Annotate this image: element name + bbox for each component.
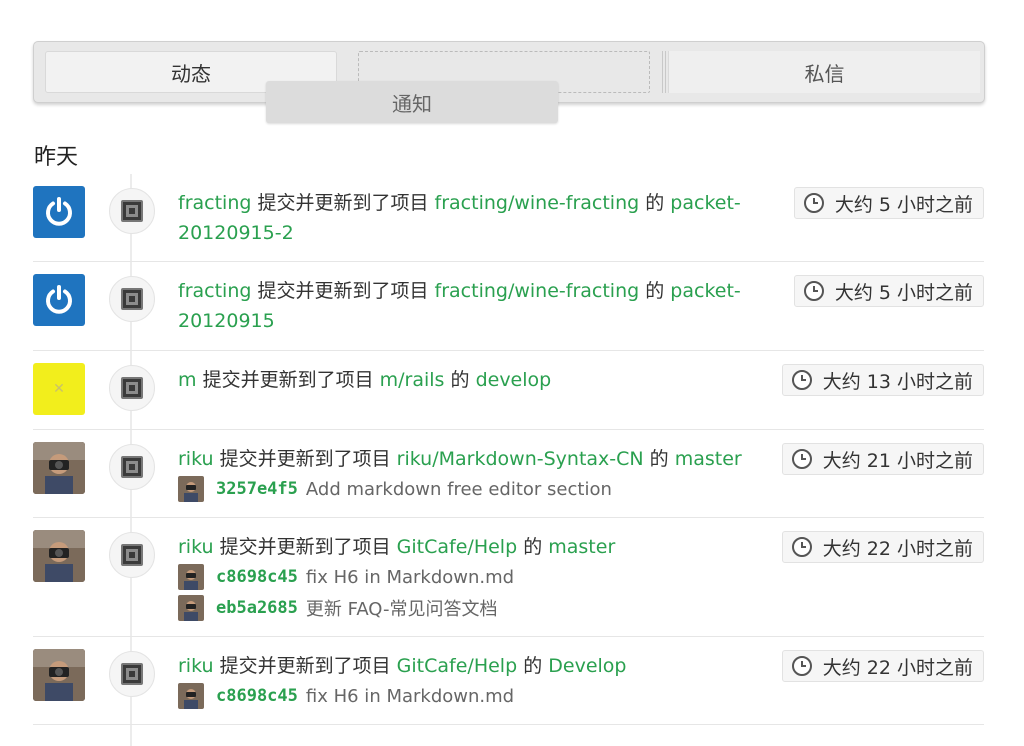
commit-hash-link[interactable]: eb5a2685 [216, 598, 298, 618]
push-event-icon [109, 276, 155, 322]
commit-entry: eb5a2685 更新 FAQ-常见问答文档 [178, 593, 497, 623]
avatar[interactable]: ✕ [33, 363, 85, 415]
clock-icon [803, 281, 824, 301]
day-heading: 昨天 [34, 145, 79, 170]
committer-avatar[interactable] [178, 476, 204, 502]
event-description: fracting 提交并更新到了项目 fracting/wine-fractin… [178, 188, 768, 248]
time-text: 大约 13 小时之前 [822, 370, 973, 393]
power-icon [46, 285, 72, 314]
clock-icon [791, 449, 812, 469]
user-photo-icon [33, 442, 85, 494]
committer-avatar[interactable] [178, 595, 204, 621]
commit-hash-link[interactable]: c8698c45 [216, 567, 298, 587]
broken-image-icon: ✕ [53, 381, 65, 397]
avatar[interactable] [33, 530, 85, 582]
push-event-icon [109, 188, 155, 234]
user-photo-icon [33, 530, 85, 582]
feed-item: riku 提交并更新到了项目 GitCafe/Help 的 master c86… [33, 518, 984, 637]
event-description: riku 提交并更新到了项目 riku/Markdown-Syntax-CN 的… [178, 444, 768, 474]
event-description: m 提交并更新到了项目 m/rails 的 develop [178, 365, 768, 395]
push-event-icon [109, 444, 155, 490]
push-event-icon [109, 532, 155, 578]
commit-entry: 3257e4f5 Add markdown free editor sectio… [178, 474, 612, 504]
time-badge: 大约 5 小时之前 [793, 187, 984, 219]
event-description: riku 提交并更新到了项目 GitCafe/Help 的 Develop [178, 651, 768, 681]
action-text: 提交并更新到了项目 [219, 655, 391, 677]
push-event-icon [109, 651, 155, 697]
user-link[interactable]: riku [178, 448, 214, 470]
connector-text: 的 [645, 280, 665, 302]
connector-text: 的 [450, 369, 470, 391]
action-text: 提交并更新到了项目 [202, 369, 374, 391]
commit-entry: c8698c45 fix H6 in Markdown.md [178, 562, 514, 592]
feed-item: ✕ m 提交并更新到了项目 m/rails 的 develop 大约 13 小时… [33, 351, 984, 430]
user-link[interactable]: fracting [178, 280, 251, 302]
push-event-icon [109, 365, 155, 411]
clock-icon [791, 656, 812, 676]
avatar[interactable] [33, 274, 85, 326]
time-badge: 大约 22 小时之前 [781, 531, 984, 563]
tab-divider [662, 51, 666, 93]
feed-item: fracting 提交并更新到了项目 fracting/wine-fractin… [33, 174, 984, 262]
branch-link[interactable]: master [675, 448, 742, 470]
action-text: 提交并更新到了项目 [219, 536, 391, 558]
commit-hash-link[interactable]: c8698c45 [216, 686, 298, 706]
branch-link[interactable]: master [548, 536, 615, 558]
feed-item: fracting 提交并更新到了项目 fracting/wine-fractin… [33, 262, 984, 351]
commit-message: 更新 FAQ-常见问答文档 [305, 599, 498, 620]
time-badge: 大约 5 小时之前 [793, 275, 984, 307]
project-link[interactable]: m/rails [380, 369, 445, 391]
time-text: 大约 22 小时之前 [822, 537, 973, 560]
time-badge: 大约 22 小时之前 [781, 650, 984, 682]
power-icon [46, 197, 72, 226]
branch-link[interactable]: develop [476, 369, 552, 391]
avatar[interactable] [33, 649, 85, 701]
user-link[interactable]: m [178, 369, 197, 391]
clock-icon [791, 370, 812, 390]
action-text: 提交并更新到了项目 [257, 280, 429, 302]
project-link[interactable]: riku/Markdown-Syntax-CN [397, 448, 644, 470]
clock-icon [803, 193, 824, 213]
tab-notifications-dragging[interactable]: 通知 [266, 81, 558, 123]
time-text: 大约 5 小时之前 [834, 281, 973, 304]
commit-message: fix H6 in Markdown.md [305, 685, 515, 707]
branch-link[interactable]: Develop [548, 655, 626, 677]
event-description: fracting 提交并更新到了项目 fracting/wine-fractin… [178, 276, 768, 336]
committer-avatar[interactable] [178, 683, 204, 709]
action-text: 提交并更新到了项目 [257, 192, 429, 214]
project-link[interactable]: GitCafe/Help [397, 655, 517, 677]
time-text: 大约 21 小时之前 [822, 449, 973, 472]
user-link[interactable]: fracting [178, 192, 251, 214]
time-text: 大约 22 小时之前 [822, 656, 973, 679]
avatar[interactable] [33, 186, 85, 238]
connector-text: 的 [645, 192, 665, 214]
event-description: riku 提交并更新到了项目 GitCafe/Help 的 master [178, 532, 768, 562]
project-link[interactable]: fracting/wine-fracting [435, 192, 640, 214]
connector-text: 的 [523, 536, 543, 558]
time-badge: 大约 21 小时之前 [781, 443, 984, 475]
user-photo-icon [33, 649, 85, 701]
user-link[interactable]: riku [178, 655, 214, 677]
project-link[interactable]: fracting/wine-fracting [435, 280, 640, 302]
avatar[interactable] [33, 442, 85, 494]
project-link[interactable]: GitCafe/Help [397, 536, 517, 558]
clock-icon [791, 537, 812, 557]
time-badge: 大约 13 小时之前 [781, 364, 984, 396]
action-text: 提交并更新到了项目 [219, 448, 391, 470]
feed-item: riku 提交并更新到了项目 riku/Markdown-Syntax-CN 的… [33, 430, 984, 518]
commit-message: fix H6 in Markdown.md [305, 566, 515, 588]
commit-hash-link[interactable]: 3257e4f5 [216, 479, 298, 499]
tab-messages[interactable]: 私信 [668, 51, 980, 93]
feed-item: riku 提交并更新到了项目 GitCafe/Help 的 Develop c8… [33, 637, 984, 725]
commit-message: Add markdown free editor section [305, 478, 612, 500]
commit-entry: c8698c45 fix H6 in Markdown.md [178, 681, 514, 711]
committer-avatar[interactable] [178, 564, 204, 590]
connector-text: 的 [523, 655, 543, 677]
connector-text: 的 [649, 448, 669, 470]
time-text: 大约 5 小时之前 [834, 193, 973, 216]
user-link[interactable]: riku [178, 536, 214, 558]
